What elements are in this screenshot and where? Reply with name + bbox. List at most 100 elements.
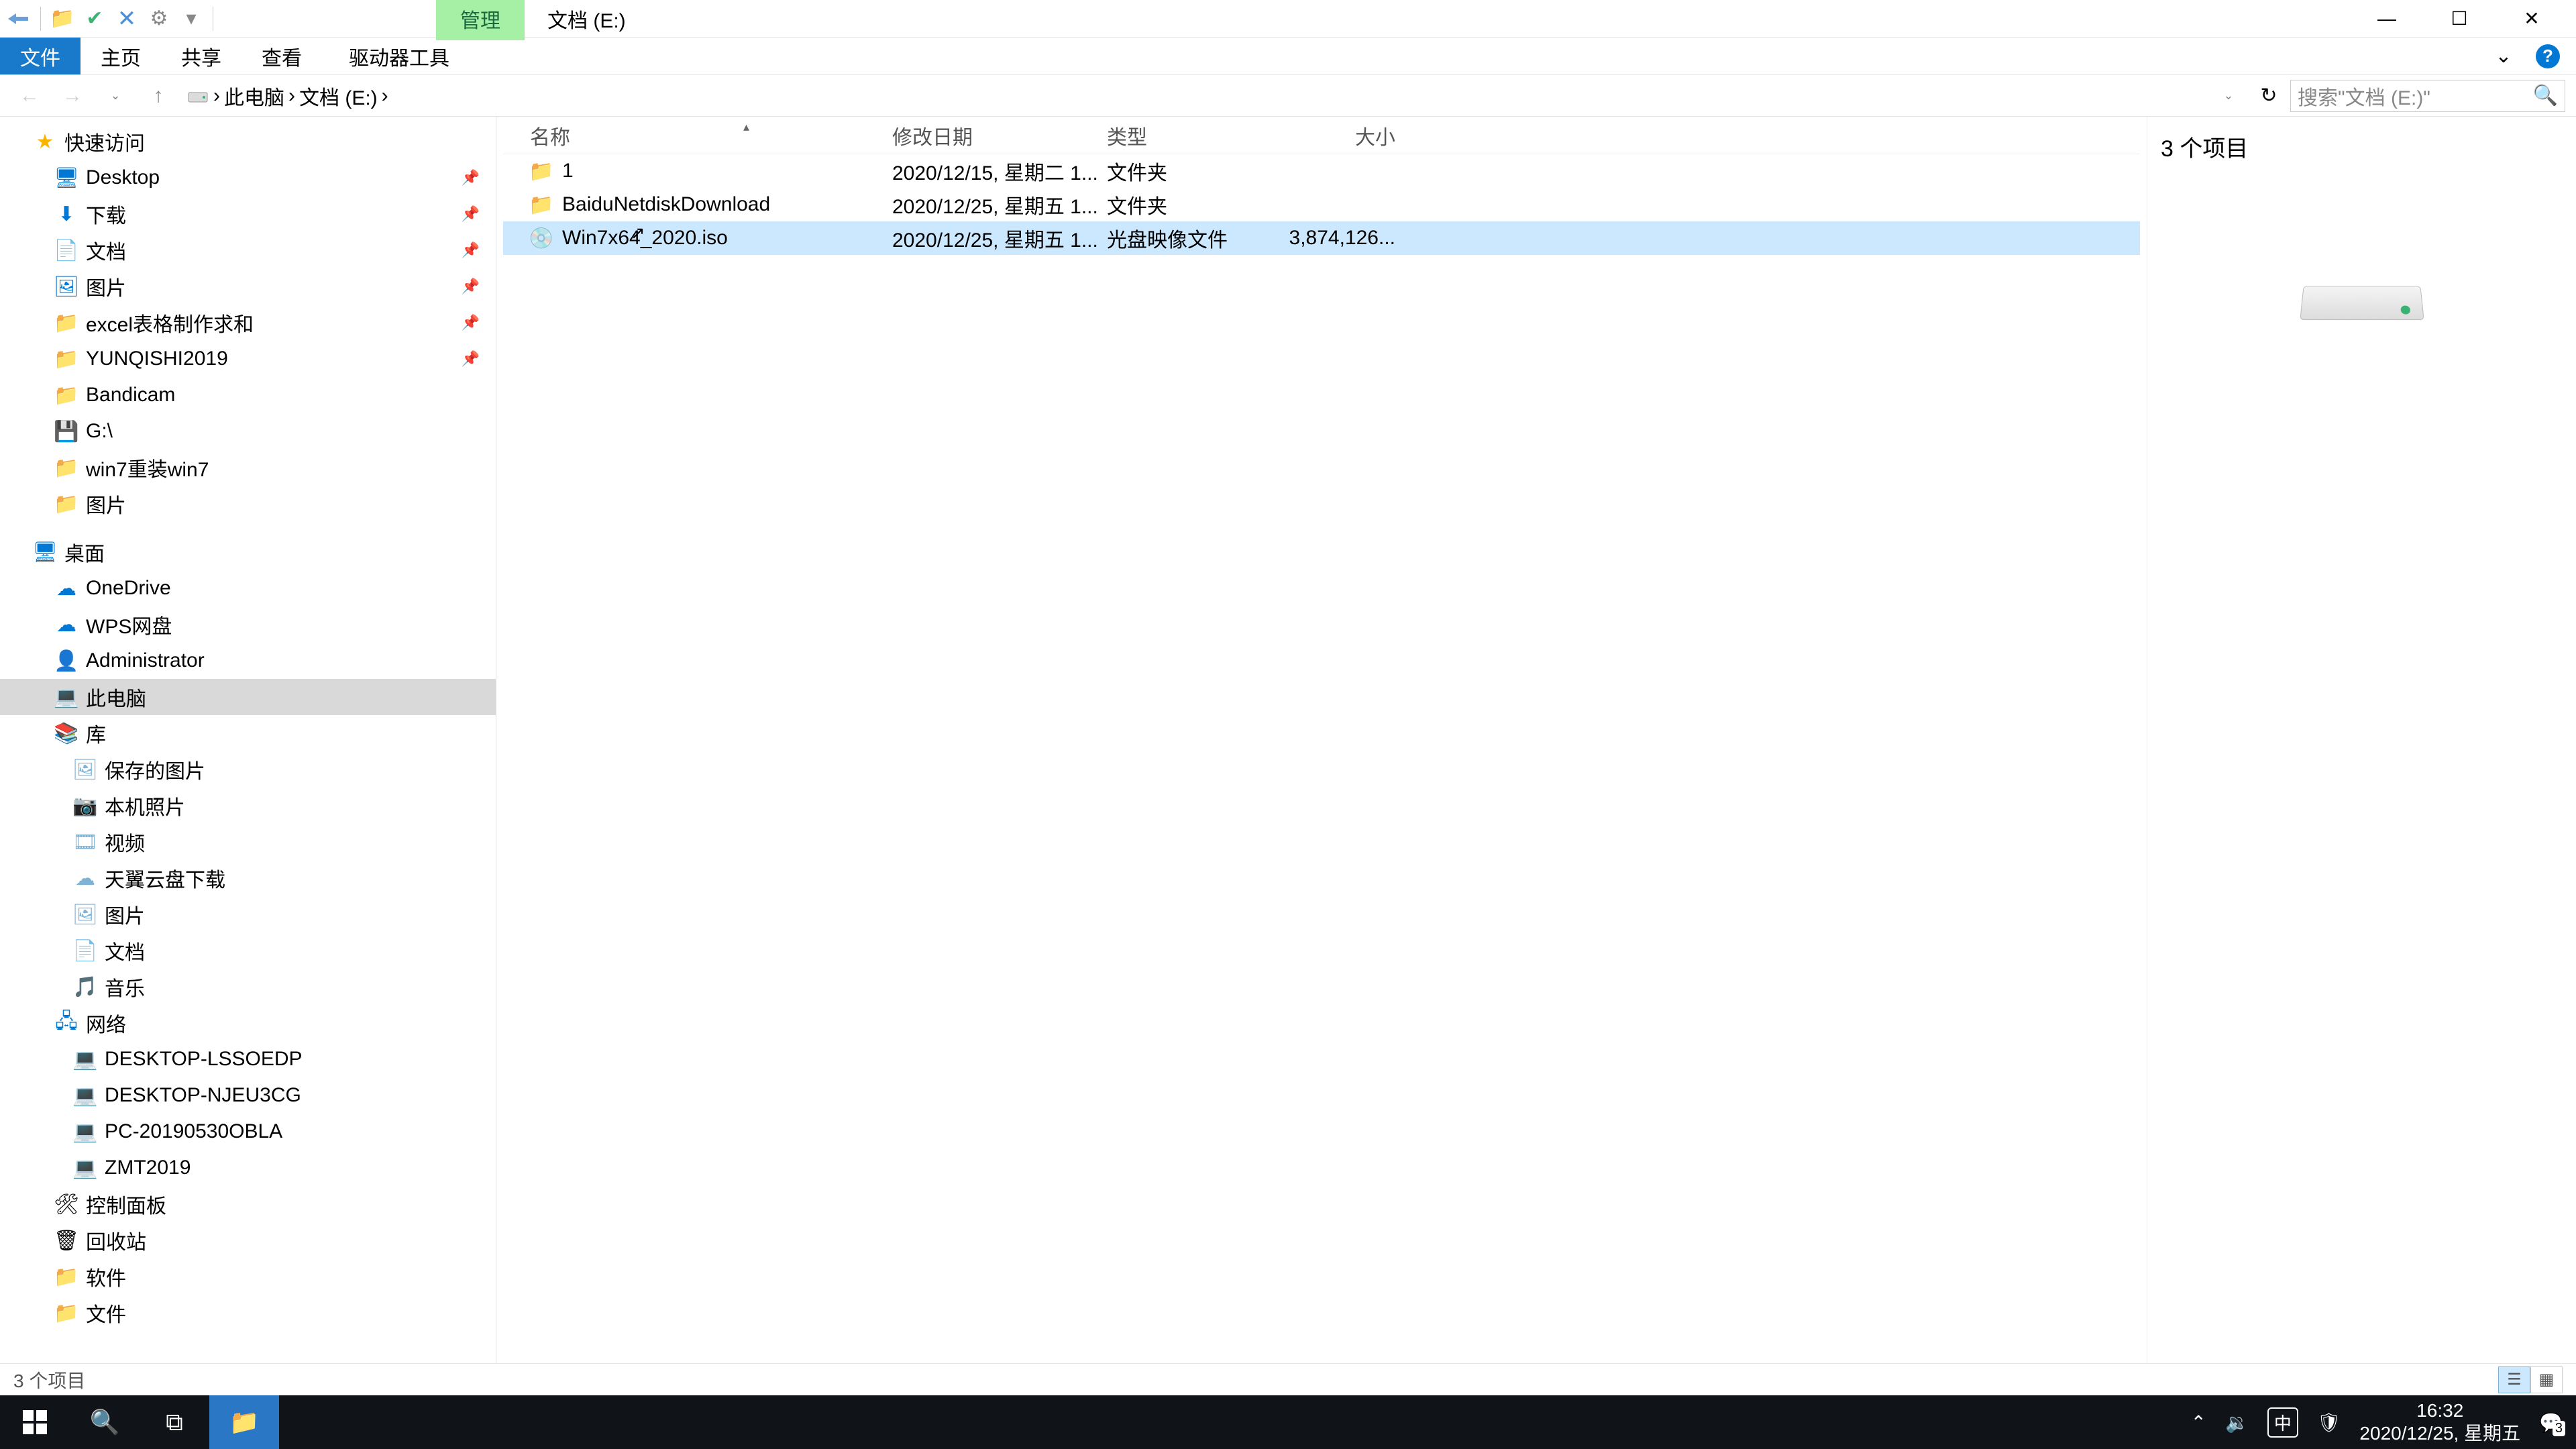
sidebar-label: 库 (86, 718, 106, 748)
taskbar-explorer-button[interactable]: 📁 (209, 1395, 279, 1449)
column-header-type[interactable]: 类型 (1107, 121, 1288, 150)
pin-icon: 📌 (462, 350, 480, 368)
ribbon-tab-drive-tools[interactable]: 驱动器工具 (322, 38, 476, 74)
sidebar-network[interactable]: 🖧网络 (0, 1005, 496, 1041)
column-header-name[interactable]: 名称▴ (503, 121, 892, 150)
nav-recent-dropdown[interactable]: ⌄ (97, 80, 134, 112)
sidebar-desktop[interactable]: 🖥Desktop📌 (0, 160, 496, 196)
sidebar-yunqishi[interactable]: 📁YUNQISHI2019📌 (0, 341, 496, 377)
ribbon-collapse-icon[interactable]: ⌄ (2491, 44, 2516, 68)
sidebar-pictures2[interactable]: 📁图片 (0, 486, 496, 522)
file-date: 2020/12/25, 星期五 1... (892, 223, 1107, 253)
back-history-icon[interactable] (5, 5, 32, 32)
folder-icon: 📁 (55, 311, 78, 335)
sidebar-label: Bandicam (86, 384, 175, 407)
sidebar-libraries[interactable]: 📚库 (0, 715, 496, 751)
close-button[interactable]: ✕ (2498, 0, 2565, 38)
refresh-button[interactable]: ↻ (2253, 80, 2285, 112)
action-center-icon[interactable]: 💬3 (2539, 1411, 2563, 1434)
ime-indicator[interactable]: 中 (2267, 1407, 2298, 1438)
sidebar-control-panel[interactable]: 🛠控制面板 (0, 1186, 496, 1222)
column-header-size[interactable]: 大小 (1288, 121, 1395, 150)
file-row[interactable]: 📁1 2020/12/15, 星期二 1... 文件夹 (503, 154, 2140, 188)
taskbar-taskview-button[interactable]: ⧉ (140, 1395, 209, 1449)
file-row[interactable]: 💿Win7x64_2020.iso 2020/12/25, 星期五 1... 光… (503, 221, 2140, 255)
sidebar-label: 文档 (105, 936, 145, 965)
sidebar-win7reinstall[interactable]: 📁win7重装win7 (0, 449, 496, 486)
settings-qat-icon[interactable]: ⚙ (146, 5, 172, 32)
breadcrumb-this-pc[interactable]: 此电脑 (224, 81, 284, 111)
sidebar-this-pc[interactable]: 💻此电脑 (0, 679, 496, 715)
file-row[interactable]: 📁BaiduNetdiskDownload 2020/12/25, 星期五 1.… (503, 188, 2140, 221)
sidebar-software[interactable]: 📁软件 (0, 1258, 496, 1295)
sidebar-label: 图片 (105, 900, 145, 929)
sidebar-lib-pictures[interactable]: 🖼图片 (0, 896, 496, 932)
ribbon-tab-view[interactable]: 查看 (241, 38, 322, 74)
sidebar-desktop-section[interactable]: 🖥桌面 (0, 534, 496, 570)
volume-icon[interactable]: 🔉 (2225, 1411, 2249, 1434)
sidebar-file[interactable]: 📁文件 (0, 1295, 496, 1331)
column-header-date[interactable]: 修改日期 (892, 121, 1107, 150)
breadcrumb[interactable]: › 此电脑 › 文档 (E:) › (186, 81, 388, 111)
pin-icon: 📌 (462, 241, 480, 259)
file-type: 光盘映像文件 (1107, 223, 1288, 253)
pc-icon: 💻 (74, 1120, 97, 1144)
sidebar-lib-documents[interactable]: 📄文档 (0, 932, 496, 969)
sidebar-documents[interactable]: 📄文档📌 (0, 232, 496, 268)
sidebar-tianyi[interactable]: ☁天翼云盘下载 (0, 860, 496, 896)
folder-qat-icon[interactable]: 📁 (49, 5, 76, 32)
start-button[interactable] (0, 1395, 70, 1449)
ribbon-tab-share[interactable]: 共享 (161, 38, 241, 74)
help-icon[interactable]: ? (2536, 44, 2560, 68)
contextual-tab-manage[interactable]: 管理 (436, 0, 525, 40)
ribbon-tab-file[interactable]: 文件 (0, 38, 80, 74)
sidebar-quick-access[interactable]: ★快速访问 (0, 123, 496, 160)
search-icon[interactable]: 🔍 (2533, 84, 2558, 107)
sidebar-downloads[interactable]: ⬇下载📌 (0, 196, 496, 232)
sidebar-music[interactable]: 🎵音乐 (0, 969, 496, 1005)
status-bar: 3 个项目 ☰ ▦ (0, 1363, 2576, 1395)
tray-overflow-icon[interactable]: ⌃ (2191, 1411, 2206, 1434)
maximize-button[interactable]: ☐ (2426, 0, 2493, 38)
sidebar-onedrive[interactable]: ☁OneDrive (0, 570, 496, 606)
view-details-button[interactable]: ☰ (2498, 1366, 2530, 1393)
sidebar-bandicam[interactable]: 📁Bandicam (0, 377, 496, 413)
nav-back-button[interactable]: ← (11, 80, 48, 112)
taskbar[interactable]: 🔍 ⧉ 📁 ⌃ 🔉 中 🛡 16:32 2020/12/25, 星期五 💬3 (0, 1395, 2576, 1449)
close-qat-icon[interactable]: ✕ (113, 5, 140, 32)
navigation-pane[interactable]: ★快速访问 🖥Desktop📌 ⬇下载📌 📄文档📌 🖼图片📌 📁excel表格制… (0, 117, 496, 1363)
sidebar-videos[interactable]: 🎞视频 (0, 824, 496, 860)
sidebar-excel[interactable]: 📁excel表格制作求和📌 (0, 305, 496, 341)
sidebar-administrator[interactable]: 👤Administrator (0, 643, 496, 679)
nav-up-button[interactable]: ↑ (140, 80, 177, 112)
ribbon-tab-home[interactable]: 主页 (80, 38, 161, 74)
sidebar-camera-roll[interactable]: 📷本机照片 (0, 788, 496, 824)
main-area: ★快速访问 🖥Desktop📌 ⬇下载📌 📄文档📌 🖼图片📌 📁excel表格制… (0, 117, 2576, 1363)
taskbar-search-button[interactable]: 🔍 (70, 1395, 140, 1449)
sidebar-pictures[interactable]: 🖼图片📌 (0, 268, 496, 305)
sidebar-saved-pictures[interactable]: 🖼保存的图片 (0, 751, 496, 788)
sidebar-recycle-bin[interactable]: 🗑回收站 (0, 1222, 496, 1258)
address-history-dropdown[interactable]: ⌄ (2210, 80, 2247, 112)
taskbar-clock[interactable]: 16:32 2020/12/25, 星期五 (2359, 1399, 2520, 1444)
file-name: Win7x64_2020.iso (562, 227, 728, 250)
checkbox-qat-icon[interactable]: ✔ (81, 5, 108, 32)
sidebar-pc4[interactable]: 💻ZMT2019 (0, 1150, 496, 1186)
minimize-button[interactable]: — (2353, 0, 2420, 38)
sidebar-pc2[interactable]: 💻DESKTOP-NJEU3CG (0, 1077, 496, 1114)
search-input[interactable]: 搜索"文档 (E:)" 🔍 (2290, 80, 2565, 112)
breadcrumb-drive[interactable]: 文档 (E:) (299, 81, 378, 111)
sidebar-gdrive[interactable]: 💾G:\ (0, 413, 496, 449)
security-icon[interactable]: 🛡 (2317, 1411, 2341, 1434)
view-icons-button[interactable]: ▦ (2530, 1366, 2563, 1393)
window-title: 文档 (E:) (547, 4, 626, 34)
file-list-pane[interactable]: 名称▴ 修改日期 类型 大小 📁1 2020/12/15, 星期二 1... 文… (496, 117, 2147, 1363)
sidebar-pc3[interactable]: 💻PC-20190530OBLA (0, 1114, 496, 1150)
sidebar-label: ZMT2019 (105, 1157, 191, 1179)
sidebar-wps[interactable]: ☁WPS网盘 (0, 606, 496, 643)
qat-dropdown-icon[interactable]: ▾ (178, 5, 205, 32)
music-icon: 🎵 (74, 975, 97, 999)
sidebar-pc1[interactable]: 💻DESKTOP-LSSOEDP (0, 1041, 496, 1077)
sidebar-label: 文件 (86, 1298, 126, 1328)
nav-forward-button[interactable]: → (54, 80, 91, 112)
